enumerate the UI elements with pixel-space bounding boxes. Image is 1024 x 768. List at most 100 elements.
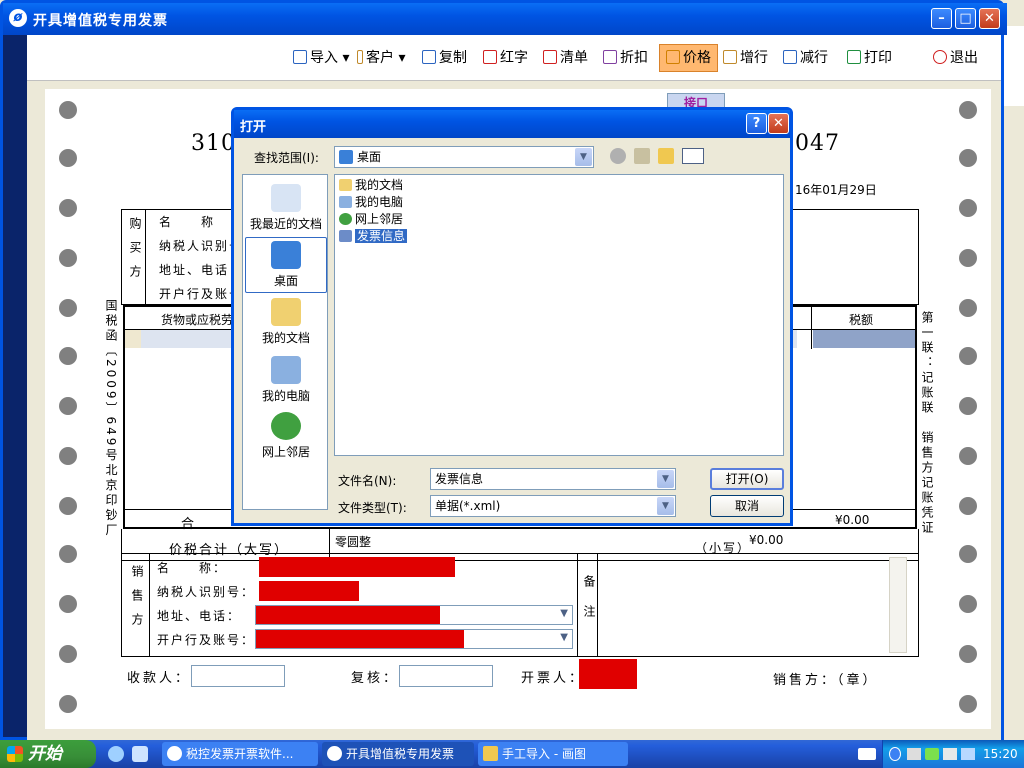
clock[interactable]: 15:20 xyxy=(983,740,1018,768)
recent-documents-icon xyxy=(271,184,301,212)
list-item[interactable]: 我的文档 xyxy=(339,177,403,193)
red-invoice-button[interactable]: 红字 xyxy=(483,47,528,69)
chevron-down-icon[interactable]: ▼ xyxy=(575,148,592,166)
filetype-value: 单据(*.xml) xyxy=(435,499,501,513)
close-button[interactable]: ✕ xyxy=(979,8,1000,29)
desktop-icon xyxy=(271,241,301,269)
import-button[interactable]: 导入 ▾ xyxy=(293,47,349,69)
dropdown-arrow-icon: ▼ xyxy=(560,608,568,619)
task-paint[interactable]: 手工导入 - 画图 xyxy=(478,742,628,766)
customer-button[interactable]: 客户 ▾ xyxy=(357,47,405,69)
look-in-value: 桌面 xyxy=(357,150,382,164)
redacted-seller-bank xyxy=(256,630,464,648)
collapse-tray-icon[interactable] xyxy=(889,747,901,761)
security-icon[interactable] xyxy=(961,748,975,760)
network-tray-icon[interactable] xyxy=(907,748,921,760)
print-button[interactable]: 打印 xyxy=(847,47,892,69)
window-titlebar[interactable]: ø 开具增值税专用发票 – □ ✕ xyxy=(3,3,1007,35)
chevron-down-icon[interactable]: ▼ xyxy=(657,470,674,488)
place-my-documents[interactable]: 我的文档 xyxy=(245,295,327,351)
keyboard-icon[interactable] xyxy=(858,748,876,760)
quicklaunch-icon[interactable] xyxy=(132,746,148,762)
device-icon[interactable] xyxy=(943,748,957,760)
list-item[interactable]: 我的电脑 xyxy=(339,194,403,210)
new-folder-icon[interactable] xyxy=(658,148,674,164)
places-bar: 我最近的文档 桌面 我的文档 我的电脑 网上邻居 xyxy=(242,174,328,510)
invoice-number: 047 xyxy=(795,131,840,156)
wireless-icon[interactable] xyxy=(925,748,939,760)
minimize-button[interactable]: – xyxy=(931,8,952,29)
buyer-address-label: 地址、电话 xyxy=(159,263,230,277)
seller-bank-combo[interactable]: ▼ xyxy=(255,629,573,649)
copy-icon xyxy=(422,50,436,64)
chevron-down-icon[interactable]: ▼ xyxy=(657,497,674,515)
hole xyxy=(59,199,77,217)
cancel-button[interactable]: 取消 xyxy=(710,495,784,517)
add-row-button[interactable]: 增行 xyxy=(723,47,768,69)
place-my-computer[interactable]: 我的电脑 xyxy=(245,353,327,409)
divider xyxy=(811,307,812,349)
hole xyxy=(59,695,77,713)
dialog-titlebar[interactable]: 打开 ? ✕ xyxy=(234,110,790,138)
invoice-date: 16年01月29日 xyxy=(795,183,877,197)
hole xyxy=(59,545,77,563)
filetype-label: 文件类型(T): xyxy=(338,501,407,515)
discount-button[interactable]: 折扣 xyxy=(603,47,648,69)
price-total-upper: 零圆整 xyxy=(335,535,372,549)
up-folder-icon[interactable] xyxy=(634,148,650,164)
help-button[interactable]: ? xyxy=(746,113,767,134)
tax-cell-selected[interactable] xyxy=(813,330,915,348)
hole xyxy=(59,299,77,317)
open-button[interactable]: 打开(O) xyxy=(710,468,784,490)
ie-icon[interactable] xyxy=(108,746,124,762)
hole xyxy=(59,101,77,119)
open-dialog: 打开 ? ✕ 查找范围(I): 桌面 ▼ 我最近的文档 桌面 我的文档 我的电脑… xyxy=(231,107,793,526)
invoice-code: 310 xyxy=(191,131,236,156)
price-icon xyxy=(666,50,680,64)
hole xyxy=(959,249,977,267)
file-icon xyxy=(339,230,352,242)
hole xyxy=(959,645,977,663)
hole xyxy=(59,347,77,365)
goods-header: 货物或应税劳 xyxy=(161,313,234,327)
look-in-combo[interactable]: 桌面 ▼ xyxy=(334,146,594,168)
start-button[interactable]: 开始 xyxy=(0,740,96,768)
place-desktop[interactable]: 桌面 xyxy=(245,237,327,293)
hole xyxy=(959,545,977,563)
remarks-scrollbar[interactable] xyxy=(889,557,907,653)
list-item[interactable]: 网上邻居 xyxy=(339,211,403,227)
place-recent[interactable]: 我最近的文档 xyxy=(245,181,327,237)
paint-icon xyxy=(483,746,498,761)
task-tax-software[interactable]: 税控发票开票软件... xyxy=(162,742,318,766)
buyer-label: 购买方 xyxy=(128,217,142,289)
redacted-seller-address xyxy=(256,606,440,624)
copy-button[interactable]: 复制 xyxy=(422,47,467,69)
power-icon xyxy=(933,50,947,64)
app-icon xyxy=(327,746,342,761)
seller-address-combo[interactable]: ▼ xyxy=(255,605,573,625)
price-button[interactable]: 价格 xyxy=(659,44,718,72)
payee-input[interactable] xyxy=(191,665,285,687)
dialog-title: 打开 xyxy=(240,120,267,135)
remove-row-button[interactable]: 减行 xyxy=(783,47,828,69)
task-invoice-window[interactable]: 开具增值税专用发票 xyxy=(322,742,474,766)
reviewer-input[interactable] xyxy=(399,665,493,687)
issuer-label: 开票人： xyxy=(521,671,586,686)
buyer-name-label: 名 称 xyxy=(159,215,216,229)
exit-button[interactable]: 退出 xyxy=(933,47,978,69)
hole xyxy=(959,199,977,217)
hole xyxy=(959,397,977,415)
maximize-button[interactable]: □ xyxy=(955,8,976,29)
list-item-selected[interactable]: 发票信息 xyxy=(339,228,408,244)
view-menu-icon[interactable] xyxy=(682,148,704,164)
place-network[interactable]: 网上邻居 xyxy=(245,409,327,465)
hole xyxy=(959,447,977,465)
remove-row-icon xyxy=(783,50,797,64)
dialog-close-button[interactable]: ✕ xyxy=(768,113,789,134)
list-button[interactable]: 清单 xyxy=(543,47,588,69)
back-icon[interactable] xyxy=(610,148,626,164)
printer-vertical-text: 国税函〔2009〕649号北京印钞厂 xyxy=(104,299,118,539)
filetype-select[interactable]: 单据(*.xml) ▼ xyxy=(430,495,676,517)
filename-input[interactable]: 发票信息 ▼ xyxy=(430,468,676,490)
discount-icon xyxy=(603,50,617,64)
